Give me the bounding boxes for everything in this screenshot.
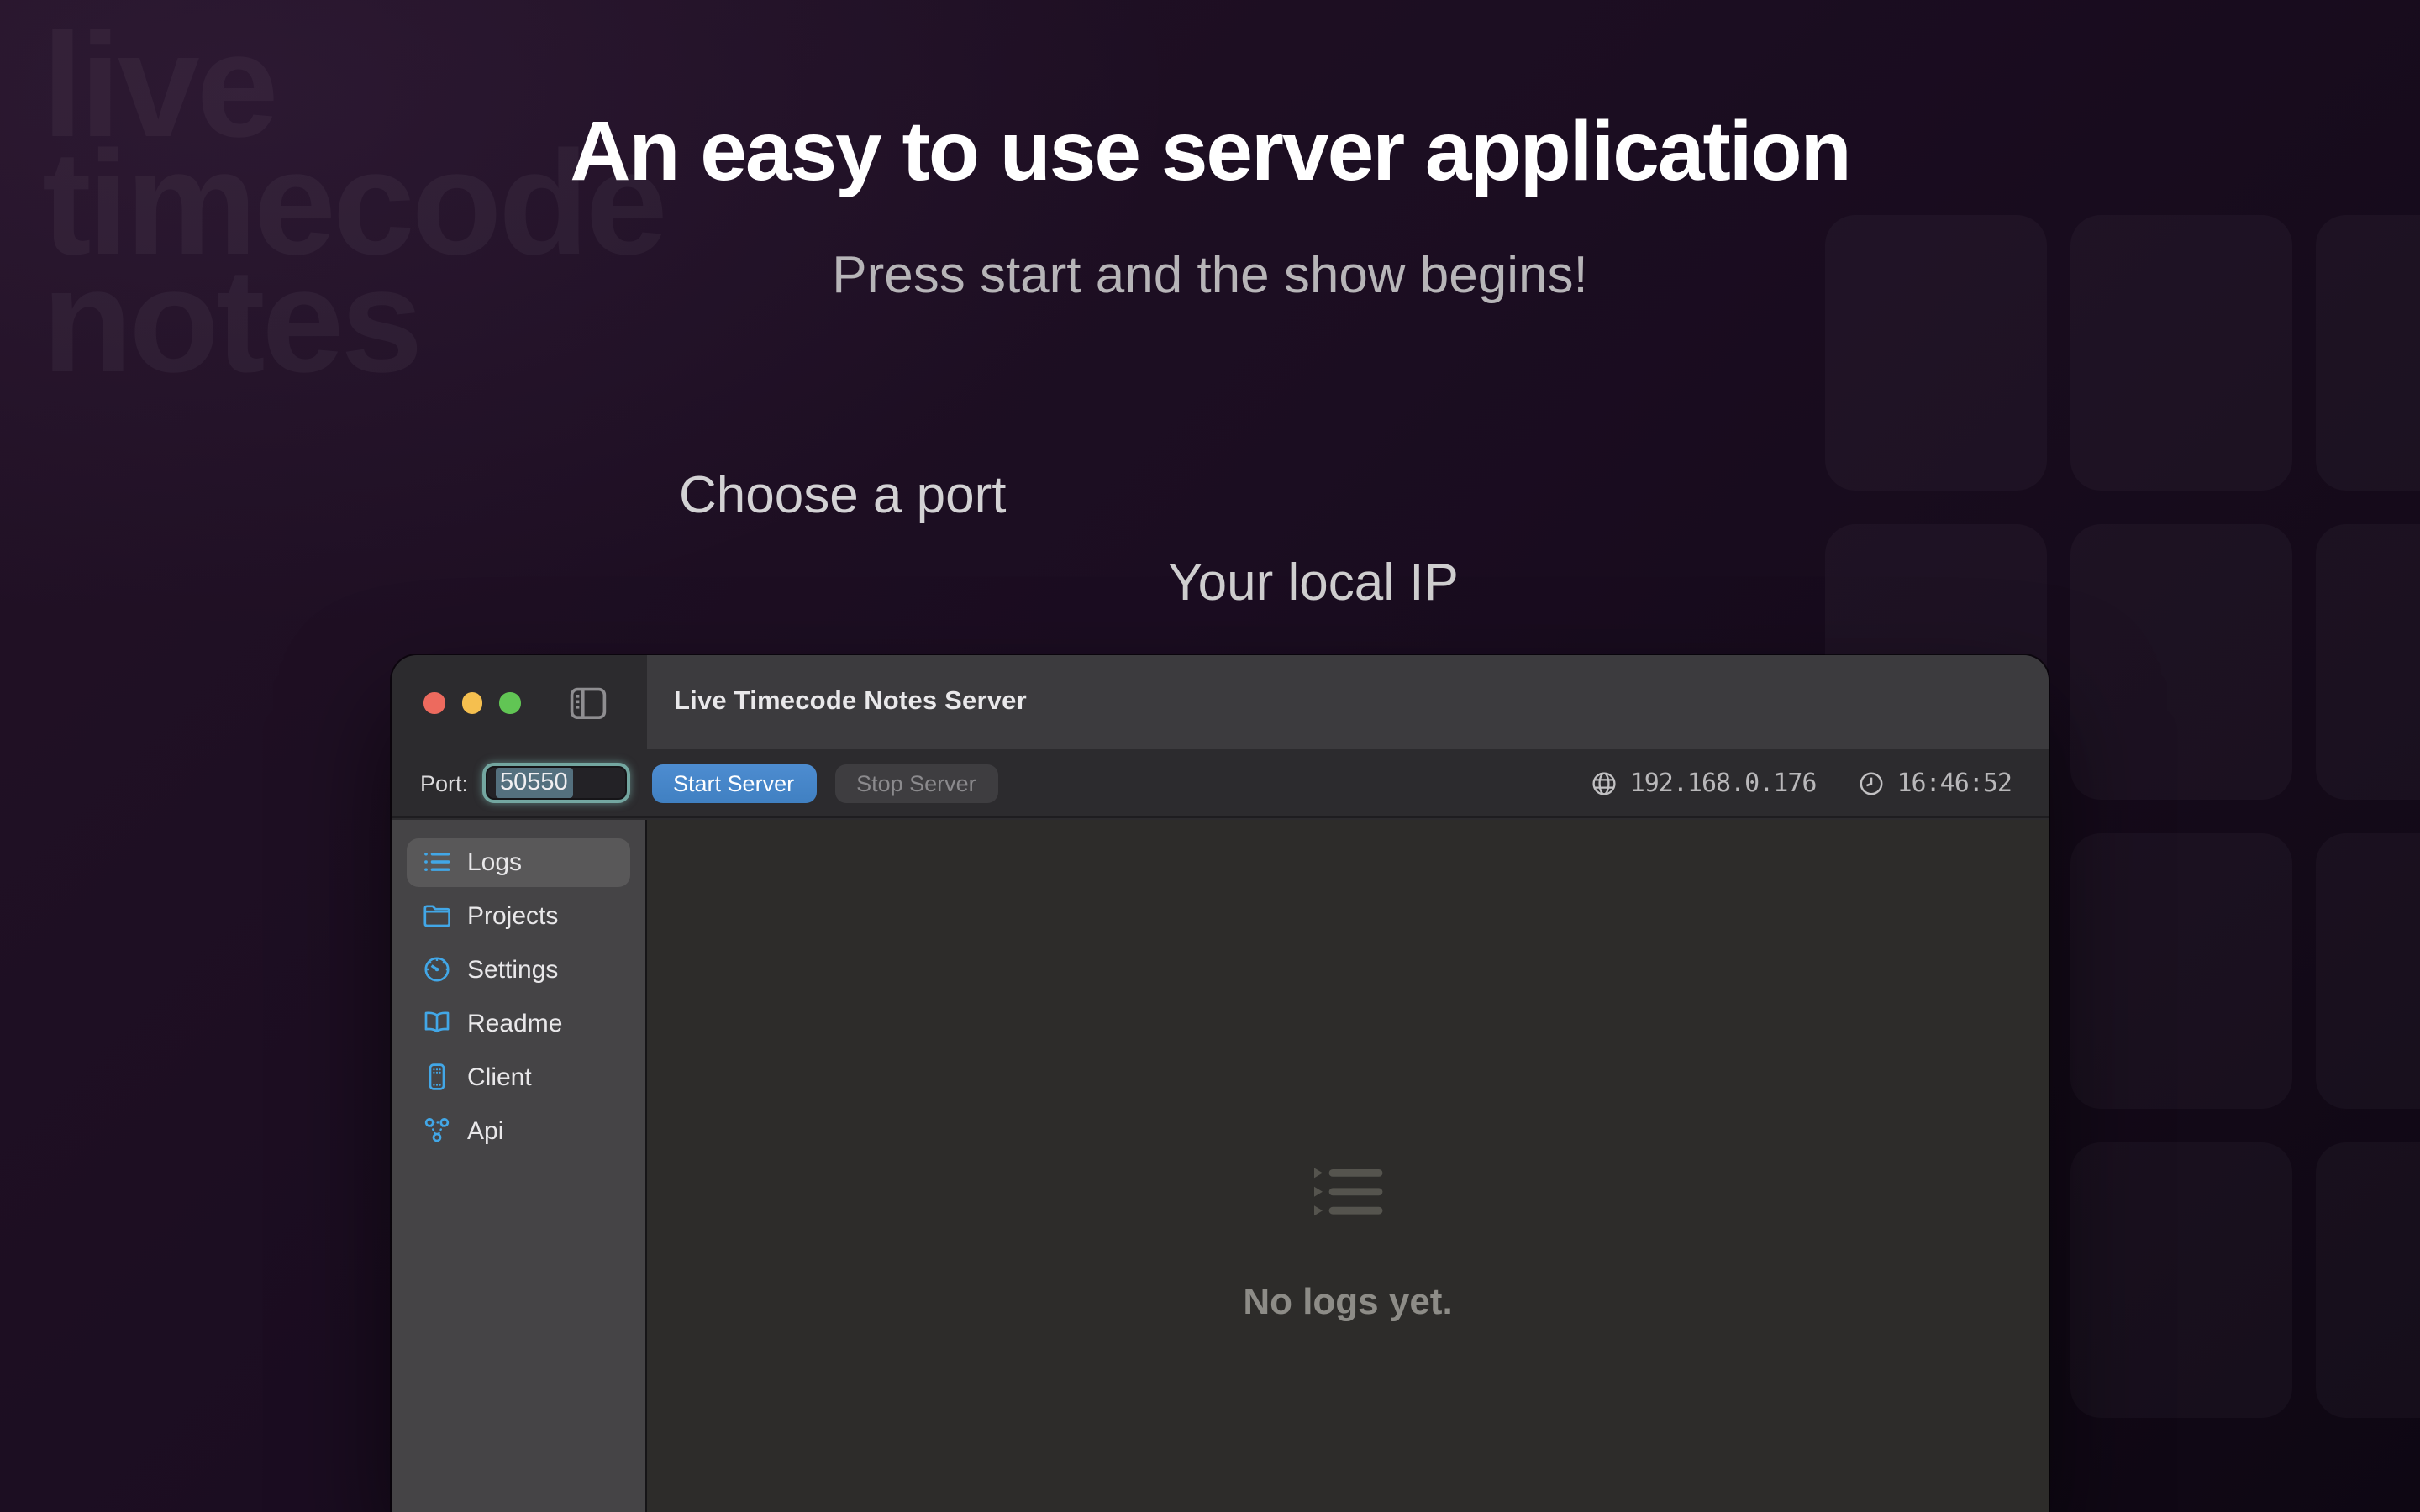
sidebar: Logs Projects Settings Readme Client Api — [392, 819, 647, 1512]
traffic-lights — [424, 692, 520, 713]
annotation-local-ip: Your local IP — [1168, 553, 1459, 613]
minimize-window-button[interactable] — [461, 692, 482, 713]
empty-logs-state: No logs yet. — [647, 1165, 2049, 1323]
background-tile — [2070, 524, 2292, 800]
page-title: An easy to use server application — [0, 108, 2420, 195]
background-tile — [2316, 833, 2420, 1109]
page: live timecode notes An easy to use serve… — [0, 0, 2420, 1512]
port-label: Port: — [420, 770, 468, 795]
background-watermark: live timecode notes — [42, 27, 665, 380]
network-icon — [422, 1116, 452, 1147]
log-list-icon — [1313, 1165, 1383, 1226]
sidebar-item-logs[interactable]: Logs — [407, 837, 630, 887]
port-value-selected-text: 50550 — [495, 768, 573, 798]
gauge-icon — [422, 955, 452, 985]
sidebar-item-readme[interactable]: Readme — [407, 999, 630, 1048]
book-open-icon — [422, 1009, 452, 1039]
page-subtitle: Press start and the show begins! — [0, 245, 2420, 306]
toolbar-status-area: 192.168.0.176 16:46:52 — [1590, 768, 2012, 798]
window-body: Logs Projects Settings Readme Client Api — [392, 819, 2049, 1512]
app-window: Live Timecode Notes Server Port: 50550 S… — [392, 655, 2049, 1512]
sidebar-item-label: Client — [467, 1063, 532, 1092]
annotation-choose-port: Choose a port — [679, 465, 1006, 526]
zoom-window-button[interactable] — [499, 692, 520, 713]
background-tile — [2070, 1142, 2292, 1418]
clock-icon — [1857, 769, 1886, 797]
sidebar-item-label: Logs — [467, 848, 522, 877]
window-title: Live Timecode Notes Server — [674, 687, 1027, 717]
sidebar-item-label: Readme — [467, 1010, 562, 1038]
close-window-button[interactable] — [424, 692, 445, 713]
sidebar-item-projects[interactable]: Projects — [407, 891, 630, 941]
sidebar-item-label: Settings — [467, 956, 558, 984]
sidebar-item-client[interactable]: Client — [407, 1053, 630, 1102]
sidebar-item-api[interactable]: Api — [407, 1106, 630, 1156]
window-titlebar[interactable]: Live Timecode Notes Server — [647, 655, 2049, 749]
logs-content-pane: No logs yet. — [647, 819, 2049, 1512]
background-tile — [2316, 1142, 2420, 1418]
port-input[interactable]: 50550 — [481, 763, 629, 803]
list-bullet-icon — [422, 848, 452, 878]
background-tile — [2070, 833, 2292, 1109]
clock-area: 16:46:52 — [1857, 768, 2012, 798]
device-icon — [422, 1063, 452, 1093]
time-value: 16:46:52 — [1897, 768, 2012, 798]
sidebar-item-label: Api — [467, 1117, 503, 1146]
sidebar-item-label: Projects — [467, 902, 558, 931]
background-tile — [2316, 524, 2420, 800]
sidebar-item-settings[interactable]: Settings — [407, 945, 630, 995]
stop-server-button[interactable]: Stop Server — [834, 764, 998, 802]
window-toolbar: Port: 50550 Start Server Stop Server 192… — [392, 749, 2049, 818]
start-server-button[interactable]: Start Server — [651, 764, 816, 802]
empty-logs-message: No logs yet. — [1243, 1279, 1452, 1323]
folder-icon — [422, 901, 452, 932]
sidebar-toggle-icon[interactable] — [570, 687, 607, 719]
globe-icon — [1590, 769, 1618, 797]
local-ip-value: 192.168.0.176 — [1630, 768, 1817, 798]
